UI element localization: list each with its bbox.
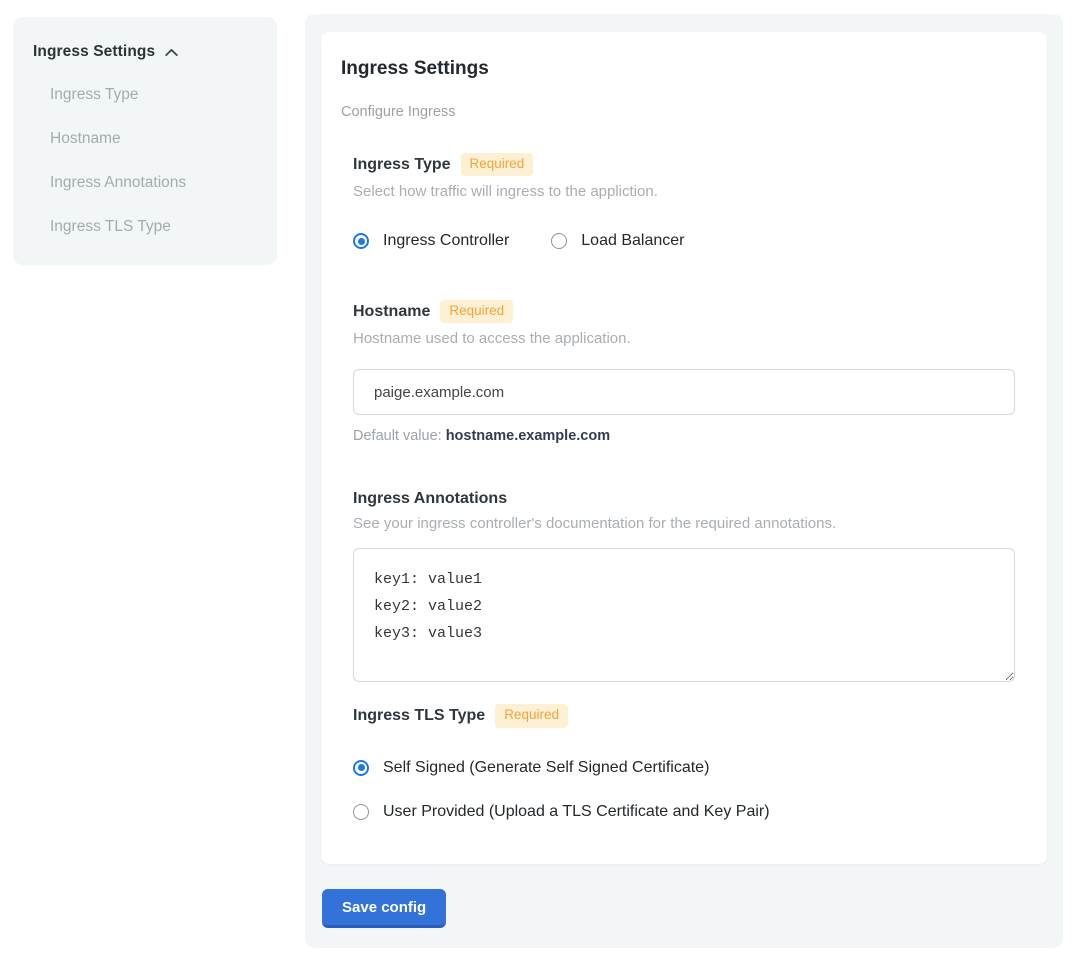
hostname-input[interactable] (353, 369, 1015, 415)
radio-circle-icon (353, 760, 369, 776)
sidebar-item-ingress-type[interactable]: Ingress Type (50, 86, 257, 104)
settings-panel: Ingress Settings Configure Ingress Ingre… (305, 14, 1063, 948)
radio-user-provided-label: User Provided (Upload a TLS Certificate … (383, 803, 770, 821)
sidebar-item-hostname[interactable]: Hostname (50, 130, 257, 148)
radio-circle-icon (551, 233, 567, 249)
radio-circle-icon (353, 804, 369, 820)
radio-load-balancer-label: Load Balancer (581, 232, 684, 250)
ingress-type-description: Select how traffic will ingress to the a… (353, 183, 1015, 200)
ingress-annotations-description: See your ingress controller's documentat… (353, 515, 1015, 532)
hostname-label: Hostname (353, 303, 430, 321)
settings-nav-sidebar: Ingress Settings Ingress Type Hostname I… (13, 17, 277, 265)
radio-circle-icon (353, 233, 369, 249)
radio-user-provided[interactable]: User Provided (Upload a TLS Certificate … (353, 803, 1015, 821)
ingress-type-label: Ingress Type (353, 156, 451, 174)
section-ingress-tls-type: Ingress TLS Type Required Self Signed (G… (353, 704, 1015, 820)
radio-ingress-controller-label: Ingress Controller (383, 232, 509, 250)
hostname-description: Hostname used to access the application. (353, 330, 1015, 347)
sidebar-item-ingress-annotations[interactable]: Ingress Annotations (50, 174, 257, 192)
ingress-annotations-label: Ingress Annotations (353, 490, 507, 508)
ingress-annotations-textarea[interactable]: key1: value1 key2: value2 key3: value3 (353, 548, 1015, 682)
hostname-default-line: Default value: hostname.example.com (353, 428, 1015, 444)
ingress-tls-type-label: Ingress TLS Type (353, 707, 485, 725)
required-badge: Required (495, 704, 568, 727)
sidebar-item-ingress-tls-type[interactable]: Ingress TLS Type (50, 218, 257, 236)
sidebar-item-list: Ingress Type Hostname Ingress Annotation… (33, 86, 257, 236)
save-config-button[interactable]: Save config (322, 889, 446, 928)
ingress-settings-card: Ingress Settings Configure Ingress Ingre… (321, 32, 1047, 864)
sidebar-section-toggle[interactable]: Ingress Settings (33, 43, 257, 61)
default-value-text: hostname.example.com (446, 428, 610, 444)
required-badge: Required (461, 153, 534, 176)
radio-ingress-controller[interactable]: Ingress Controller (353, 232, 509, 250)
section-hostname: Hostname Required Hostname used to acces… (353, 300, 1015, 444)
required-badge: Required (440, 300, 513, 323)
default-value-prefix: Default value: (353, 428, 446, 444)
section-ingress-type: Ingress Type Required Select how traffic… (353, 153, 1015, 250)
radio-load-balancer[interactable]: Load Balancer (551, 232, 684, 250)
chevron-up-icon (163, 44, 180, 61)
tls-type-radio-group: Self Signed (Generate Self Signed Certif… (353, 759, 1015, 821)
page-title: Ingress Settings (341, 58, 1015, 80)
section-ingress-annotations: Ingress Annotations See your ingress con… (353, 490, 1015, 682)
sidebar-section-title: Ingress Settings (33, 43, 155, 61)
page-subtitle: Configure Ingress (341, 104, 1015, 120)
ingress-type-radio-group: Ingress Controller Load Balancer (353, 232, 1015, 250)
radio-self-signed-label: Self Signed (Generate Self Signed Certif… (383, 759, 709, 777)
radio-self-signed[interactable]: Self Signed (Generate Self Signed Certif… (353, 759, 1015, 777)
